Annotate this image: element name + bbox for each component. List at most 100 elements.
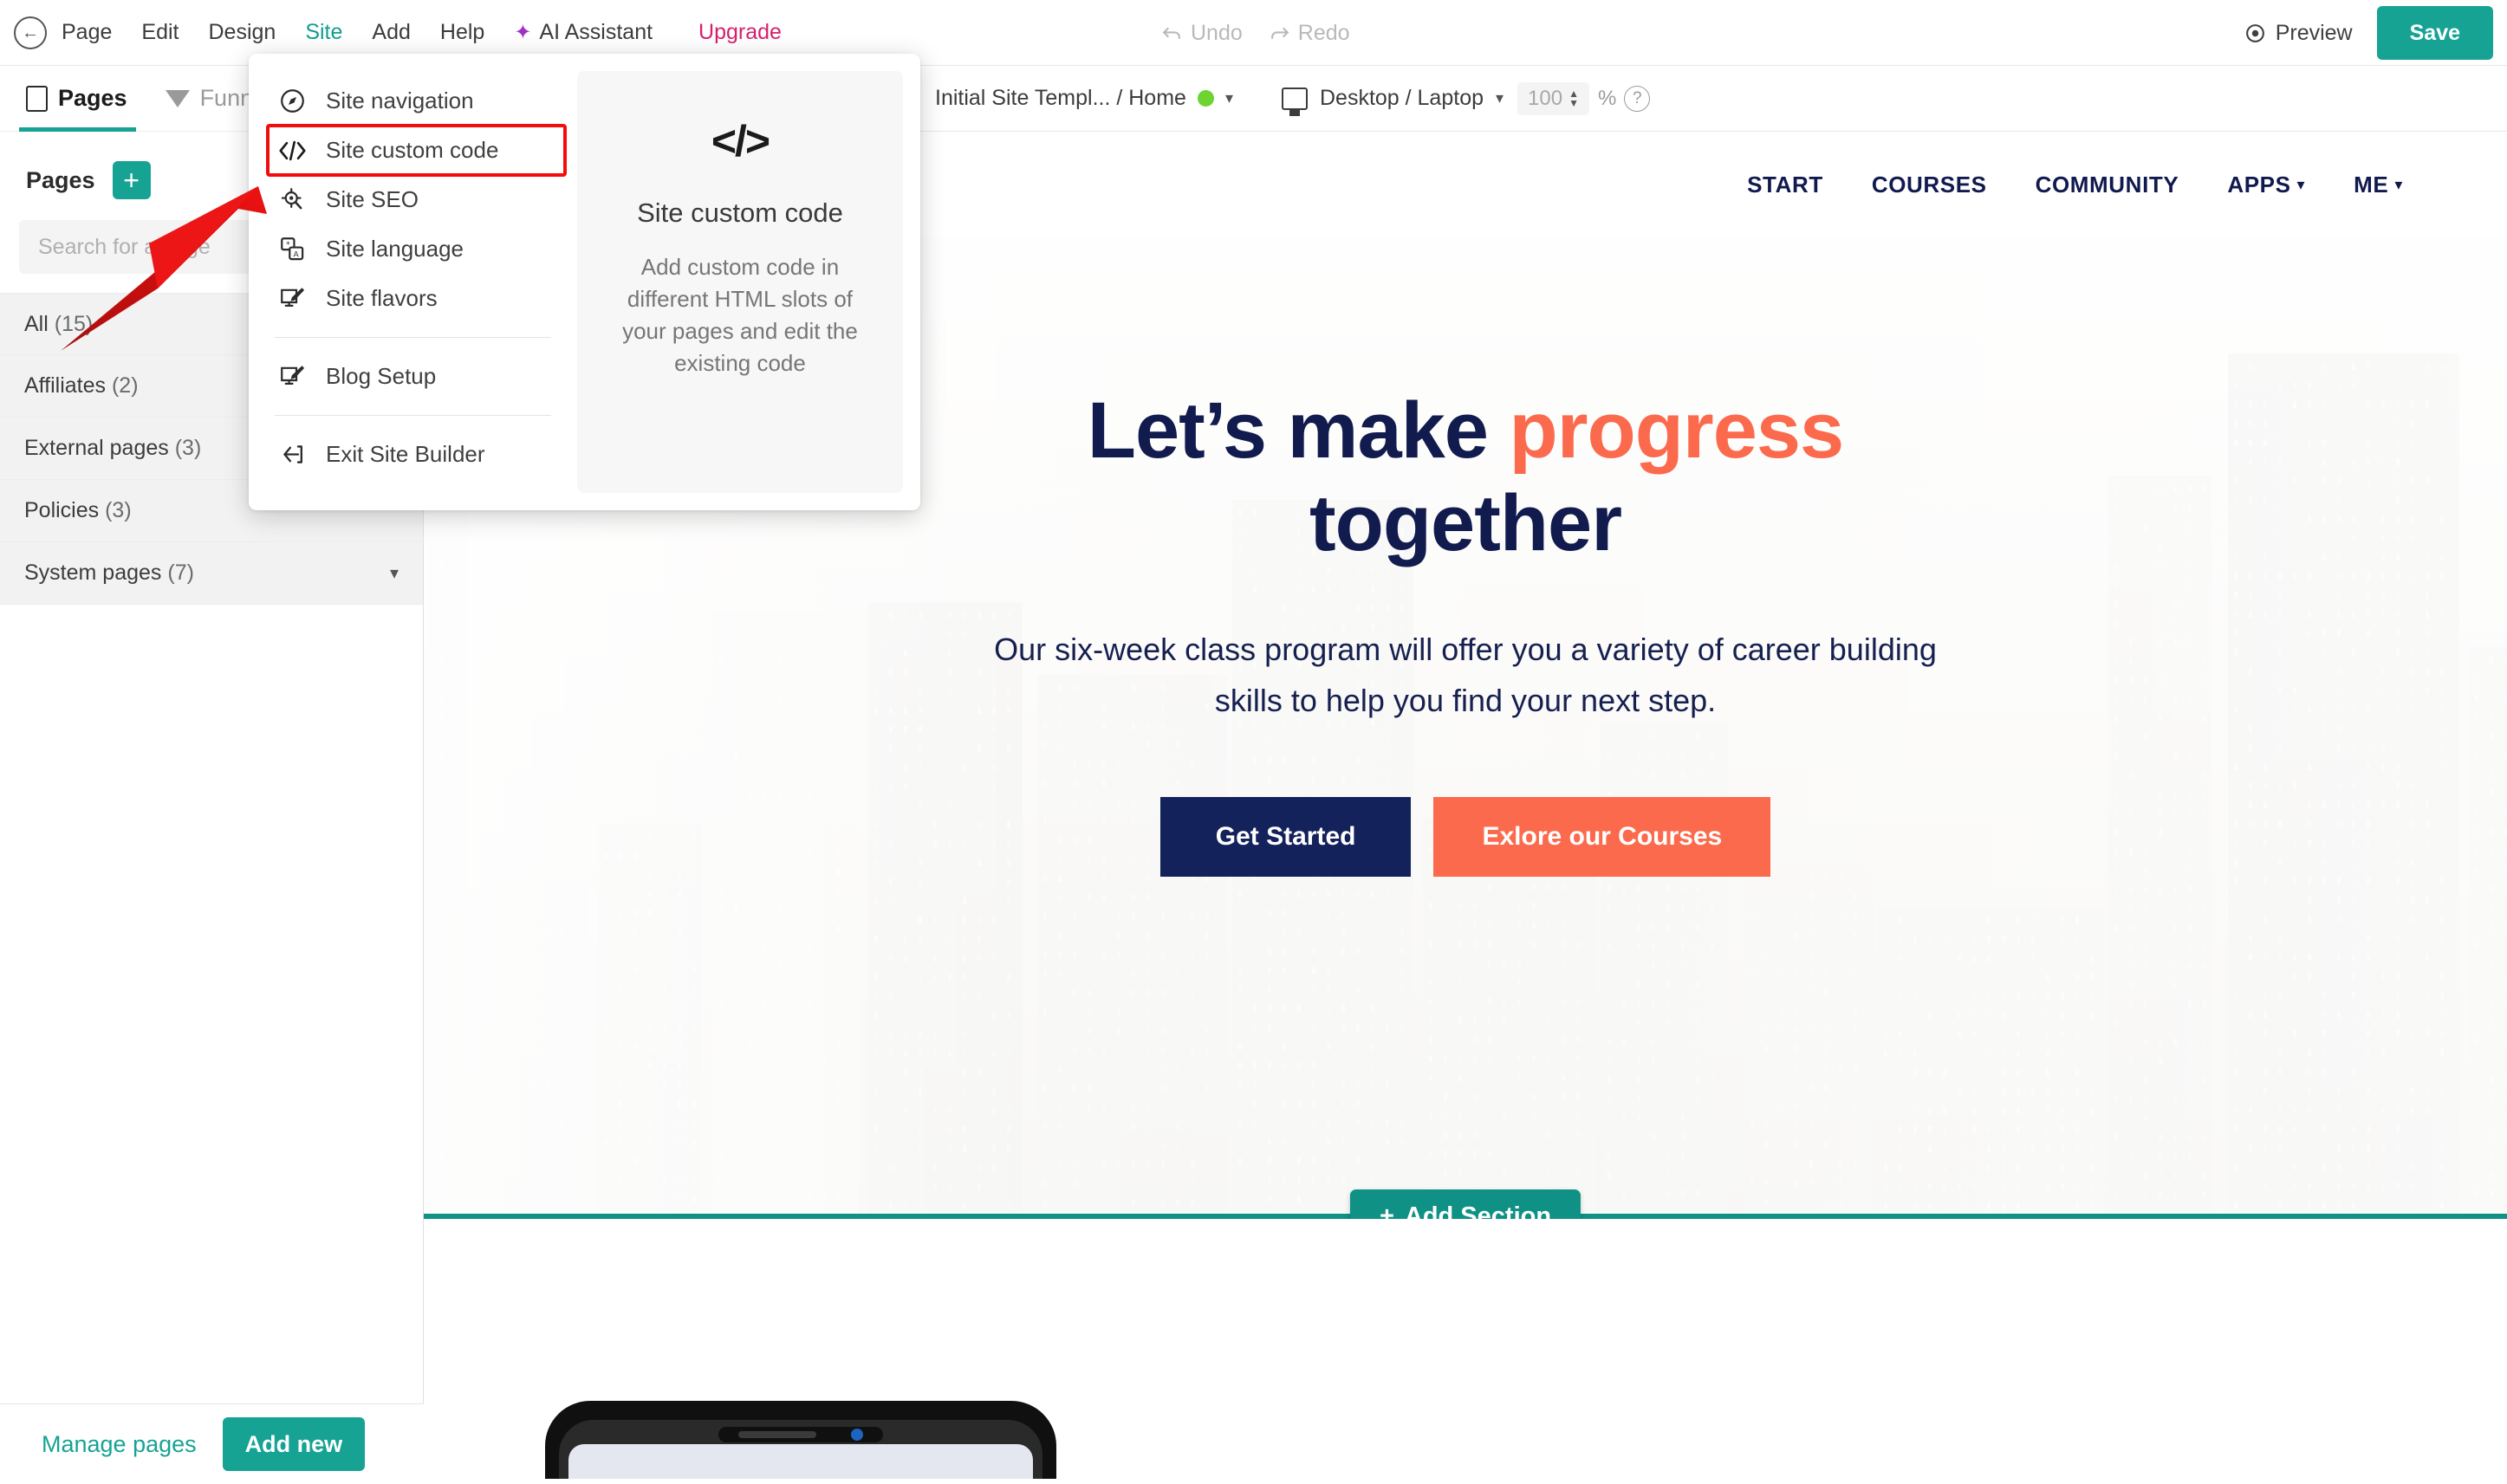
menu-item-exit-site-builder[interactable]: Exit Site Builder xyxy=(249,430,577,479)
monitor-icon xyxy=(1281,87,1308,110)
page-selector[interactable]: Initial Site Templ... / Home ▾ xyxy=(935,86,1233,111)
help-icon[interactable]: ? xyxy=(1624,85,1651,112)
site-menu-dropdown: Site navigation Site custom code Site SE… xyxy=(249,54,920,510)
page-status-dot xyxy=(1197,90,1214,107)
site-nav-me-label: ME xyxy=(2354,171,2389,198)
redo-label: Redo xyxy=(1297,20,1350,45)
device-selector[interactable]: Desktop / Laptop ▾ xyxy=(1281,86,1504,111)
phone-notch xyxy=(718,1427,883,1442)
zoom-stepper[interactable]: 100 ▲ ▼ xyxy=(1517,81,1589,115)
site-nav-me[interactable]: ME ▾ xyxy=(2354,172,2403,198)
hero-subheading: Our six-week class program will offer yo… xyxy=(994,632,1937,718)
hero-button-group: Get Started Exlore our Courses xyxy=(1159,797,1771,878)
menu-ai-assistant[interactable]: ✦ AI Assistant xyxy=(499,20,667,45)
upgrade-link[interactable]: Upgrade xyxy=(667,20,796,45)
code-brackets-icon xyxy=(278,136,307,165)
menu-page[interactable]: Page xyxy=(47,20,127,45)
chevron-down-icon[interactable]: ▾ xyxy=(1225,89,1233,107)
tab-pages-label: Pages xyxy=(58,85,127,111)
menu-item-site-custom-code-label: Site custom code xyxy=(326,137,499,163)
tab-pages[interactable]: Pages xyxy=(0,66,146,132)
undo-label: Undo xyxy=(1191,20,1243,45)
filter-system-pages[interactable]: System pages (7) ▾ xyxy=(0,542,423,605)
menu-item-site-seo[interactable]: Site SEO xyxy=(249,175,577,224)
save-label: Save xyxy=(2409,20,2460,45)
site-nav-apps[interactable]: APPS ▾ xyxy=(2227,172,2305,198)
site-nav-apps-label: APPS xyxy=(2227,171,2291,198)
funnel-icon xyxy=(165,89,190,107)
zoom-spinner-icon[interactable]: ▲ ▼ xyxy=(1568,88,1579,108)
compass-icon xyxy=(278,87,307,115)
menu-item-blog-setup[interactable]: Blog Setup xyxy=(249,352,577,401)
menu-preview-panel: </> Site custom code Add custom code in … xyxy=(576,71,903,493)
menu-edit-label: Edit xyxy=(141,20,179,44)
menu-add-label: Add xyxy=(372,20,411,44)
filter-system-pages-name: System pages xyxy=(24,561,162,585)
filter-all-name: All xyxy=(24,311,49,336)
menu-help[interactable]: Help xyxy=(425,20,499,45)
menu-site-label: Site xyxy=(305,20,343,44)
site-nav-community[interactable]: COMMUNITY xyxy=(2036,172,2179,198)
menu-item-site-flavors[interactable]: Site flavors xyxy=(249,274,577,323)
add-page-button[interactable]: + xyxy=(112,161,151,199)
menu-item-site-custom-code[interactable]: Site custom code xyxy=(266,124,567,177)
sidebar-footer: Manage pages Add new xyxy=(0,1403,424,1484)
menu-add[interactable]: Add xyxy=(357,20,425,45)
menu-item-blog-setup-label: Blog Setup xyxy=(326,363,437,389)
redo-button[interactable]: Redo xyxy=(1269,21,1350,46)
undo-button[interactable]: Undo xyxy=(1161,21,1243,46)
manage-pages-link[interactable]: Manage pages xyxy=(42,1431,197,1458)
filter-affiliates-name: Affiliates xyxy=(24,373,107,398)
filter-policies-count: (3) xyxy=(105,498,132,522)
chevron-down-icon[interactable]: ▾ xyxy=(1496,89,1504,107)
site-nav-start[interactable]: START xyxy=(1747,172,1823,198)
add-new-button[interactable]: Add new xyxy=(222,1417,366,1471)
menu-design-label: Design xyxy=(208,20,276,44)
save-button[interactable]: Save xyxy=(2376,6,2493,60)
menu-item-site-seo-label: Site SEO xyxy=(326,186,419,212)
menu-site[interactable]: Site xyxy=(290,20,357,45)
page-selector-label: Initial Site Templ... / Home xyxy=(935,86,1186,110)
hero-heading: Let’s make progress together xyxy=(945,385,1985,569)
explore-courses-button[interactable]: Exlore our Courses xyxy=(1433,797,1771,878)
undo-redo-group: Undo Redo xyxy=(1161,0,1350,66)
exit-arrow-icon xyxy=(278,440,307,469)
translate-icon: * A xyxy=(278,235,307,263)
phone-mockup xyxy=(545,1401,1056,1479)
get-started-label: Get Started xyxy=(1215,822,1356,852)
lower-section xyxy=(424,1219,2507,1479)
zoom-value[interactable]: 100 xyxy=(1528,87,1562,111)
site-nav-courses-label: COURSES xyxy=(1871,171,1987,198)
zoom-unit: % xyxy=(1597,86,1617,110)
search-placeholder: Search for a page xyxy=(38,234,211,259)
menu-item-site-language[interactable]: * A Site language xyxy=(249,224,577,274)
document-icon xyxy=(26,85,48,112)
filter-system-pages-count: (7) xyxy=(167,561,194,585)
monitor-brush-icon xyxy=(278,362,307,391)
menu-design[interactable]: Design xyxy=(193,20,290,45)
device-label: Desktop / Laptop xyxy=(1319,86,1484,110)
chevron-down-icon[interactable]: ▾ xyxy=(390,562,399,584)
undo-arrow-icon xyxy=(1162,27,1180,39)
menu-preview-description: Add custom code in different HTML slots … xyxy=(622,254,858,376)
get-started-button[interactable]: Get Started xyxy=(1159,797,1412,878)
filter-all-count: (15) xyxy=(54,311,94,336)
eye-icon xyxy=(2245,23,2264,42)
chevron-down-icon: ▾ xyxy=(2296,175,2306,193)
menu-edit[interactable]: Edit xyxy=(127,20,193,45)
preview-button[interactable]: Preview xyxy=(2244,21,2353,46)
menu-item-site-navigation[interactable]: Site navigation xyxy=(249,76,577,126)
back-arrow-circle-icon[interactable]: ← xyxy=(14,16,47,49)
hero-heading-accent: progress xyxy=(1509,386,1845,475)
menu-ai-assistant-label: AI Assistant xyxy=(539,20,653,44)
menu-divider-1 xyxy=(275,337,551,338)
site-menu-list: Site navigation Site custom code Site SE… xyxy=(249,54,577,510)
svg-text:A: A xyxy=(294,251,300,260)
menu-help-label: Help xyxy=(439,20,485,44)
menu-preview-title: Site custom code xyxy=(637,198,843,228)
site-nav-courses[interactable]: COURSES xyxy=(1872,172,1987,198)
filter-affiliates-count: (2) xyxy=(111,373,139,398)
menu-item-site-language-label: Site language xyxy=(326,236,464,262)
menu-item-exit-site-builder-label: Exit Site Builder xyxy=(326,441,485,467)
filter-external-pages-count: (3) xyxy=(174,436,202,460)
